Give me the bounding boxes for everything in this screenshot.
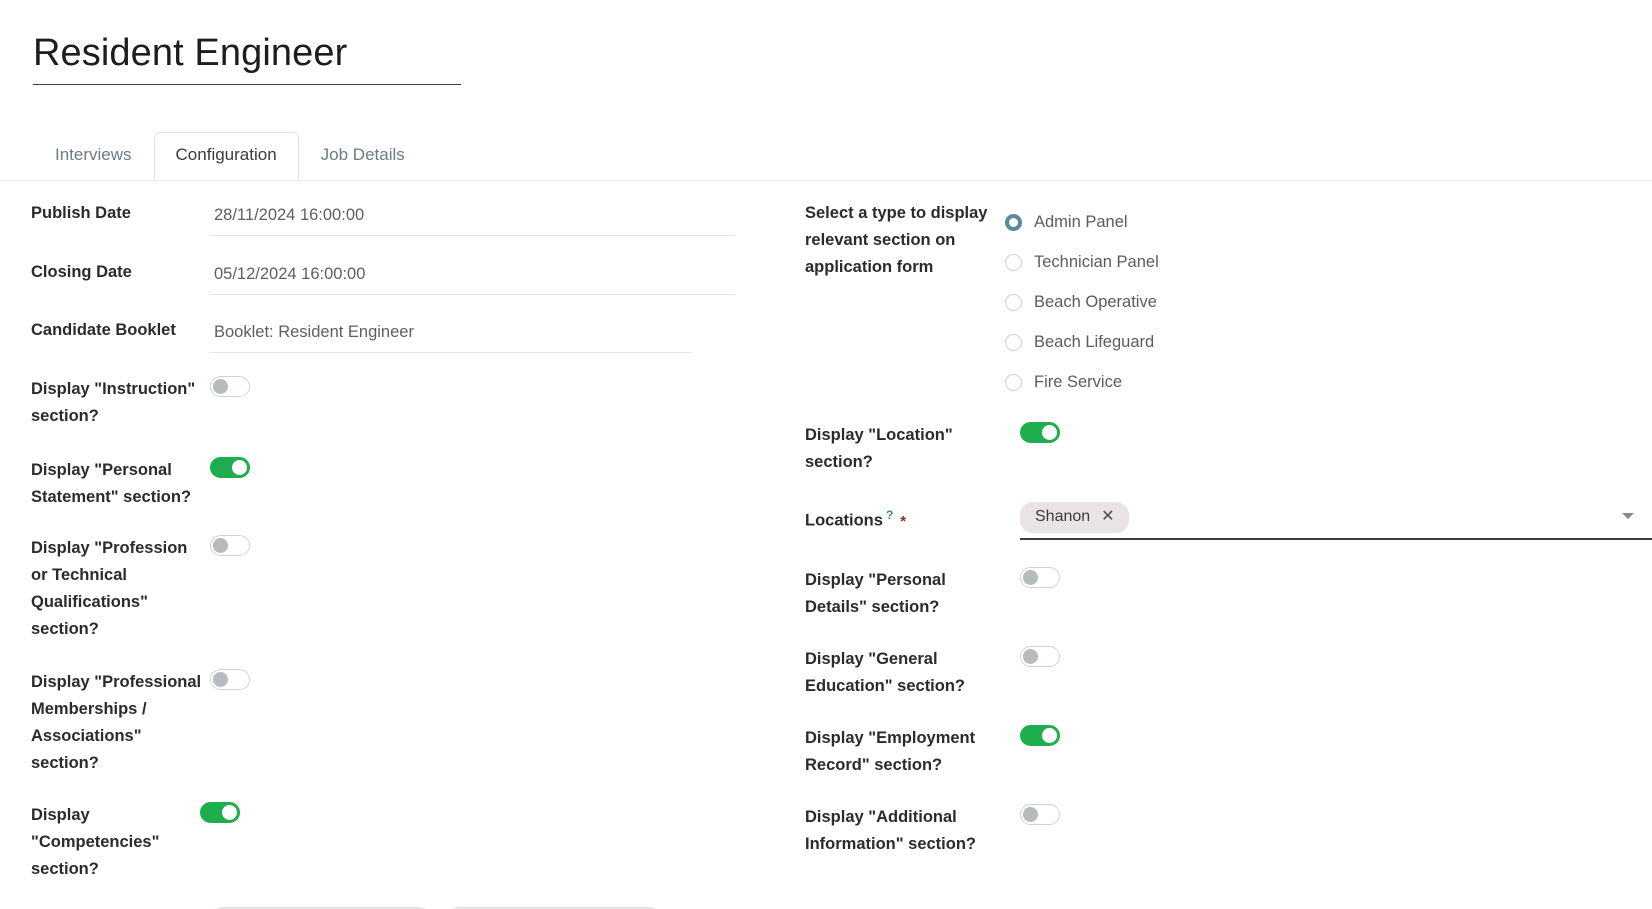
general-education-toggle[interactable]	[1020, 646, 1060, 667]
candidate-booklet-label: Candidate Booklet	[0, 317, 210, 344]
closing-date-input[interactable]: 05/12/2024 16:00:00	[210, 259, 735, 295]
field-location-toggle: Display "Location" section?	[805, 422, 1652, 476]
publish-date-input[interactable]: 28/11/2024 16:00:00	[210, 200, 735, 236]
radio-icon[interactable]	[1005, 254, 1022, 271]
tab-configuration[interactable]: Configuration	[154, 132, 299, 179]
closing-date-label: Closing Date	[0, 259, 210, 286]
locations-underline	[1020, 538, 1652, 540]
job-configuration-page: Resident Engineer Interviews Configurati…	[0, 0, 1652, 909]
field-additional-information-toggle: Display "Additional Information" section…	[805, 804, 1652, 858]
field-locations: Locations? * Shanon ✕	[805, 502, 1652, 540]
profession-qualifications-toggle-label: Display "Profession or Technical Qualifi…	[0, 535, 210, 643]
location-toggle[interactable]	[1020, 422, 1060, 443]
field-employment-record-toggle: Display "Employment Record" section?	[805, 725, 1652, 779]
field-personal-statement-toggle: Display "Personal Statement" section?	[0, 457, 800, 511]
field-profession-qualifications-toggle: Display "Profession or Technical Qualifi…	[0, 535, 800, 643]
page-title: Resident Engineer	[33, 28, 463, 84]
field-professional-memberships-toggle: Display "Professional Memberships / Asso…	[0, 669, 800, 777]
radio-label: Fire Service	[1034, 371, 1122, 393]
radio-icon[interactable]	[1005, 294, 1022, 311]
general-education-toggle-label: Display "General Education" section?	[805, 646, 1020, 700]
tag-item[interactable]: Shanon ✕	[1020, 502, 1129, 533]
personal-statement-toggle-label: Display "Personal Statement" section?	[0, 457, 210, 511]
radio-label: Technician Panel	[1034, 251, 1159, 273]
competencies-toggle[interactable]	[200, 802, 240, 823]
employment-record-toggle-label: Display "Employment Record" section?	[805, 725, 1020, 779]
personal-statement-toggle[interactable]	[210, 457, 250, 478]
candidate-booklet-input[interactable]: Booklet: Resident Engineer	[210, 317, 692, 353]
title-underline	[33, 84, 461, 85]
publish-date-label: Publish Date	[0, 200, 210, 227]
page-title-block: Resident Engineer	[33, 28, 463, 85]
tab-bar: Interviews Configuration Job Details	[33, 132, 427, 179]
radio-icon[interactable]	[1005, 214, 1022, 231]
tabs-baseline	[0, 180, 1652, 181]
radio-icon[interactable]	[1005, 334, 1022, 351]
field-publish-date: Publish Date 28/11/2024 16:00:00	[0, 200, 800, 236]
radio-option-admin-panel[interactable]: Admin Panel	[1005, 202, 1652, 242]
field-instruction-toggle: Display "Instruction" section?	[0, 376, 800, 430]
professional-memberships-toggle[interactable]	[210, 669, 250, 690]
personal-details-toggle-label: Display "Personal Details" section?	[805, 567, 1020, 621]
professional-memberships-toggle-label: Display "Professional Memberships / Asso…	[0, 669, 210, 777]
tag-remove-icon[interactable]: ✕	[1101, 508, 1114, 526]
tag-label: Shanon	[1035, 507, 1090, 527]
field-general-education-toggle: Display "General Education" section?	[805, 646, 1652, 700]
radio-icon[interactable]	[1005, 374, 1022, 391]
tab-job-details[interactable]: Job Details	[299, 132, 427, 179]
field-type-selector: Select a type to display relevant sectio…	[805, 200, 1652, 402]
radio-option-fire-service[interactable]: Fire Service	[1005, 362, 1652, 402]
locations-label: Locations	[805, 512, 883, 530]
locations-tag-list: Shanon ✕	[1020, 502, 1652, 533]
radio-label: Admin Panel	[1034, 211, 1128, 233]
instruction-toggle-label: Display "Instruction" section?	[0, 376, 210, 430]
type-selector-label: Select a type to display relevant sectio…	[805, 200, 1005, 281]
additional-information-toggle[interactable]	[1020, 804, 1060, 825]
radio-option-beach-operative[interactable]: Beach Operative	[1005, 282, 1652, 322]
instruction-toggle[interactable]	[210, 376, 250, 397]
radio-option-beach-lifeguard[interactable]: Beach Lifeguard	[1005, 322, 1652, 362]
profession-qualifications-toggle[interactable]	[210, 535, 250, 556]
competencies-toggle-label: Display "Competencies" section?	[0, 802, 200, 883]
employment-record-toggle[interactable]	[1020, 725, 1060, 746]
field-personal-details-toggle: Display "Personal Details" section?	[805, 567, 1652, 621]
locations-required-marker: *	[900, 513, 906, 530]
additional-information-toggle-label: Display "Additional Information" section…	[805, 804, 1020, 858]
tab-interviews[interactable]: Interviews	[33, 132, 154, 179]
right-column: Select a type to display relevant sectio…	[805, 190, 1652, 858]
radio-label: Beach Lifeguard	[1034, 331, 1154, 353]
left-column: Publish Date 28/11/2024 16:00:00 Closing…	[0, 190, 800, 909]
field-closing-date: Closing Date 05/12/2024 16:00:00	[0, 259, 800, 295]
field-candidate-booklet: Candidate Booklet Booklet: Resident Engi…	[0, 317, 800, 353]
radio-label: Beach Operative	[1034, 291, 1157, 313]
radio-option-technician-panel[interactable]: Technician Panel	[1005, 242, 1652, 282]
type-selector-radio-group: Admin Panel Technician Panel Beach Opera…	[1005, 200, 1652, 402]
chevron-down-icon[interactable]	[1622, 513, 1634, 519]
location-toggle-label: Display "Location" section?	[805, 422, 1020, 476]
personal-details-toggle[interactable]	[1020, 567, 1060, 588]
field-competencies-toggle: Display "Competencies" section?	[0, 802, 800, 883]
locations-help-icon[interactable]: ?	[886, 508, 893, 522]
